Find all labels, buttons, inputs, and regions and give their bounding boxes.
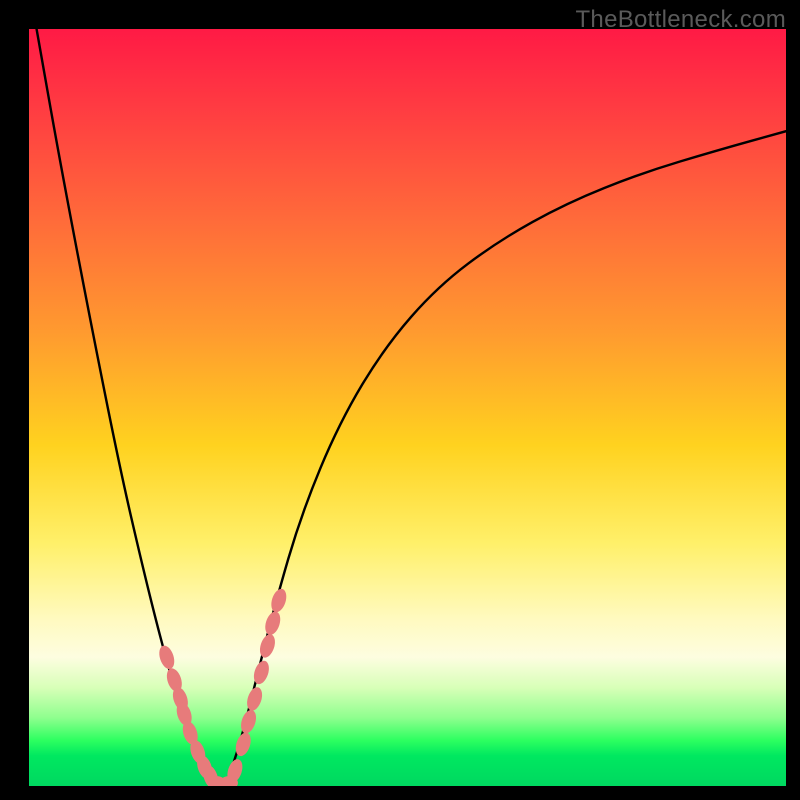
curve-right-branch (226, 131, 786, 786)
curve-layer (29, 29, 786, 786)
curve-marker (238, 708, 258, 735)
plot-area (29, 29, 786, 786)
chart-frame: TheBottleneck.com (0, 0, 800, 800)
curve-marker (269, 587, 289, 614)
curve-marker (244, 685, 264, 712)
curve-left-branch (37, 29, 222, 786)
curve-marker (263, 610, 283, 637)
curve-marker (157, 644, 177, 671)
watermark-text: TheBottleneck.com (575, 6, 786, 34)
curve-marker (251, 659, 271, 686)
curve-marker (257, 632, 277, 659)
